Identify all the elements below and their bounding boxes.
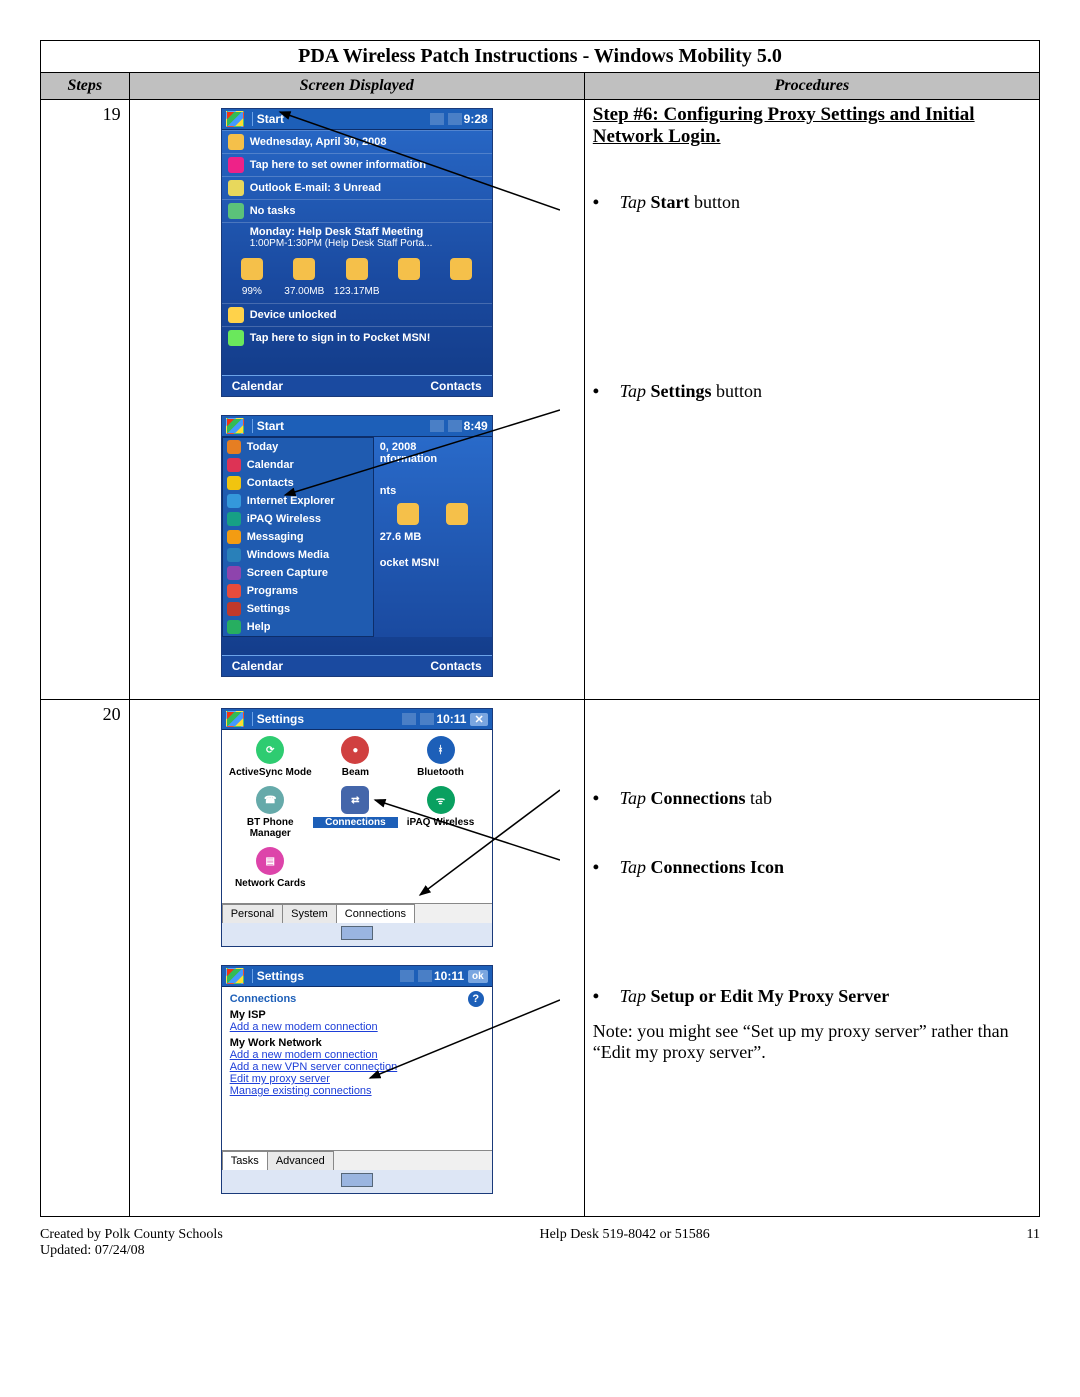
menu-wmp[interactable]: Windows Media [223,546,373,564]
start-button[interactable]: Start [257,419,284,433]
ok-button[interactable]: ok [468,970,488,983]
help-icon[interactable]: ? [468,991,484,1007]
outlook-row[interactable]: Outlook E-mail: 3 Unread [222,176,492,199]
menu-calendar[interactable]: Calendar [223,456,373,474]
isp-add-modem[interactable]: Add a new modem connection [230,1021,484,1033]
clock: 10:11 [434,969,464,983]
clock: 9:28 [464,112,488,126]
clock: 10:11 [436,712,466,726]
windows-flag-icon [226,111,244,127]
appt-row[interactable]: Monday: Help Desk Staff Meeting 1:00PM-1… [222,222,492,252]
softkey-bar: Calendar Contacts [222,375,492,396]
work-add-modem[interactable]: Add a new modem connection [230,1049,484,1061]
settings-title: Settings [257,712,304,726]
instr-tap-conn-icon: Tap Connections Icon [593,857,1031,878]
footer-created: Created by Polk County Schools [40,1227,223,1243]
group-myisp: My ISP [230,1009,484,1021]
menu-programs[interactable]: Programs [223,582,373,600]
pda-settings: Settings 10:11 ✕ ⟳ActiveSync Mode ●Beam … [221,708,493,947]
set-beam[interactable]: ●Beam [313,736,398,778]
settings-title: Settings [257,969,304,983]
sk-calendar[interactable]: Calendar [232,379,283,393]
unlocked-row[interactable]: Device unlocked [222,303,492,326]
set-btphone[interactable]: ☎BT Phone Manager [228,786,313,839]
pda-home-screen: Start 9:28 Wednesday, April 30, 2008 Tap… [221,108,493,397]
settings-tabs: Personal System Connections [222,903,492,923]
menu-ipaq[interactable]: iPAQ Wireless [223,510,373,528]
col-steps: Steps [41,73,130,100]
windows-flag-icon [226,418,244,434]
sk-calendar[interactable]: Calendar [232,659,283,673]
set-activesync[interactable]: ⟳ActiveSync Mode [228,736,313,778]
conn-icon [430,113,444,125]
meter-row: 99% 37.00MB 123.17MB [222,286,492,303]
conn-title: Connections [230,993,484,1005]
start-button[interactable]: Start [257,112,284,126]
windows-flag-icon [226,711,244,727]
menu-settings[interactable]: Settings [223,600,373,618]
menu-help[interactable]: Help [223,618,373,636]
step20-screen: Settings 10:11 ✕ ⟳ActiveSync Mode ●Beam … [129,700,584,1217]
set-ipaqwireless[interactable]: ᯤiPAQ Wireless [398,786,483,839]
set-networkcards[interactable]: ▤Network Cards [228,847,313,889]
instr-tap-settings: Tap Settings button [593,381,1031,402]
footer-updated: Updated: 07/24/08 [40,1243,223,1259]
start-menu-right: 0, 2008 nformation nts 27.6 MB ocket MSN… [374,437,492,637]
start-menu-list: Today Calendar Contacts Internet Explore… [222,437,374,637]
windows-flag-icon [226,968,244,984]
sk-contacts[interactable]: Contacts [430,659,481,673]
col-procedures: Procedures [584,73,1039,100]
sk-contacts[interactable]: Contacts [430,379,481,393]
page-number: 11 [1027,1227,1040,1259]
sip-icon[interactable] [341,1173,373,1187]
footer-helpdesk: Help Desk 519-8042 or 51586 [539,1227,709,1259]
step-number-19: 19 [41,100,130,700]
tab-personal[interactable]: Personal [222,904,283,923]
sip-icon[interactable] [341,926,373,940]
work-add-vpn[interactable]: Add a new VPN server connection [230,1061,484,1073]
step19-heading: Step #6: Configuring Proxy Settings and … [593,104,1031,148]
step-number-20: 20 [41,700,130,1217]
work-manage[interactable]: Manage existing connections [230,1085,484,1097]
date-row: Wednesday, April 30, 2008 [222,130,492,153]
status-icon-row [222,252,492,286]
tab-connections[interactable]: Connections [336,904,415,923]
set-connections[interactable]: ⇄Connections [313,786,398,839]
tab-system[interactable]: System [282,904,337,923]
doc-title: PDA Wireless Patch Instructions - Window… [41,41,1040,73]
col-screen: Screen Displayed [129,73,584,100]
tab-tasks[interactable]: Tasks [222,1151,268,1170]
pda-start-menu: Start 8:49 Today Calendar Contacts Inter… [221,415,493,677]
menu-ie[interactable]: Internet Explorer [223,492,373,510]
step20-procedures: Tap Connections tab Tap Connections Icon… [584,700,1039,1217]
vol-icon [448,113,462,125]
instr-tap-proxy: Tap Setup or Edit My Proxy Server [593,986,1031,1007]
work-edit-proxy[interactable]: Edit my proxy server [230,1073,484,1085]
menu-today[interactable]: Today [223,438,373,456]
home-topbar: Start 9:28 [222,109,492,130]
tasks-row[interactable]: No tasks [222,199,492,222]
clock: 8:49 [464,419,488,433]
menu-messaging[interactable]: Messaging [223,528,373,546]
step19-screen: Start 9:28 Wednesday, April 30, 2008 Tap… [129,100,584,700]
menu-contacts[interactable]: Contacts [223,474,373,492]
group-work: My Work Network [230,1037,484,1049]
page-footer: Created by Polk County Schools Updated: … [40,1227,1040,1259]
instr-tap-conn-tab: Tap Connections tab [593,788,1031,809]
close-button[interactable]: ✕ [470,713,487,726]
conn-tabs: Tasks Advanced [222,1150,492,1170]
set-bluetooth[interactable]: ᚼBluetooth [398,736,483,778]
menu-capture[interactable]: Screen Capture [223,564,373,582]
owner-row[interactable]: Tap here to set owner information [222,153,492,176]
pda-connections: Settings 10:11 ok ? Connections My ISP A… [221,965,493,1194]
step19-procedures: Step #6: Configuring Proxy Settings and … [584,100,1039,700]
tab-advanced[interactable]: Advanced [267,1151,334,1170]
proxy-note: Note: you might see “Set up my proxy ser… [593,1021,1031,1063]
msn-row[interactable]: Tap here to sign in to Pocket MSN! [222,326,492,349]
instr-tap-start: Tap Start button [593,192,1031,213]
